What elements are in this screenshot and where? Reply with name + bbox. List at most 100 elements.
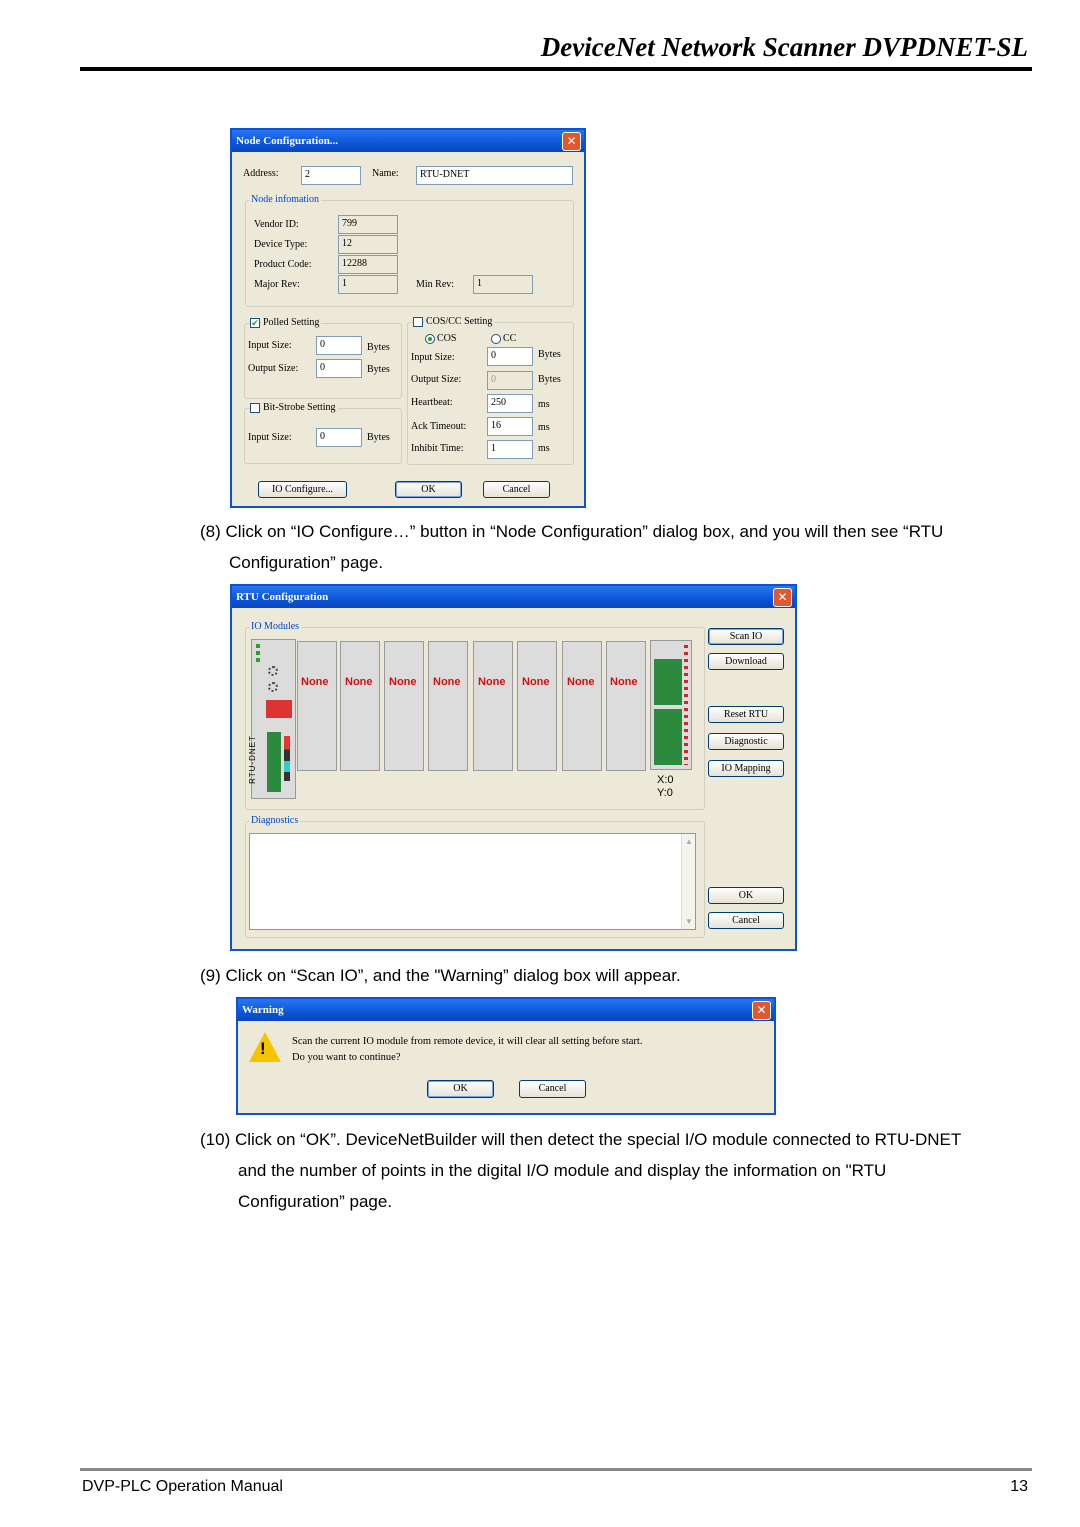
step-8-line1: Click on “IO Configure…” button in “Node…: [225, 522, 944, 541]
polled-output-size-field[interactable]: 0: [316, 359, 362, 378]
scrollbar[interactable]: ▲ ▼: [681, 834, 695, 929]
warning-dialog-titlebar: Warning: [238, 999, 774, 1021]
warning-exclamation: !: [260, 1039, 266, 1058]
io-slot[interactable]: [384, 641, 424, 771]
warning-dialog-title: Warning: [242, 1004, 284, 1016]
step-10-number: (10): [200, 1130, 231, 1149]
slot-label: None: [610, 676, 638, 688]
step-10-line2: and the number of points in the digital …: [238, 1161, 887, 1180]
led-indicator-icon: [256, 644, 260, 648]
polled-output-bytes-label: Bytes: [367, 364, 390, 375]
download-button[interactable]: Download: [708, 653, 784, 670]
step-9-line1: Click on “Scan IO”, and the "Warning” di…: [225, 966, 681, 985]
vendor-id-label: Vendor ID:: [254, 219, 299, 230]
connector-indicator-icon: [284, 736, 290, 781]
scroll-up-icon[interactable]: ▲: [685, 837, 693, 846]
diagnostic-button[interactable]: Diagnostic: [708, 733, 784, 750]
close-icon[interactable]: ✕: [752, 1001, 771, 1020]
io-slot[interactable]: [340, 641, 380, 771]
polled-input-size-field[interactable]: 0: [316, 336, 362, 355]
inhibit-time-label: Inhibit Time:: [411, 443, 464, 454]
inhibit-time-ms-label: ms: [538, 443, 550, 454]
reset-rtu-button[interactable]: Reset RTU: [708, 706, 784, 723]
header-rule: [80, 67, 1032, 71]
address-label: Address:: [243, 168, 279, 179]
ack-timeout-field[interactable]: 16: [487, 417, 533, 436]
bit-strobe-label: Bit-Strobe Setting: [261, 402, 338, 413]
y-readout: Y:0: [657, 787, 673, 799]
slot-label: None: [345, 676, 373, 688]
cos-output-bytes-label: Bytes: [538, 374, 561, 385]
node-dialog-titlebar: Node Configuration...: [232, 130, 584, 152]
heartbeat-field[interactable]: 250: [487, 394, 533, 413]
product-code-field: 12288: [338, 255, 398, 274]
rtu-dialog-title: RTU Configuration: [236, 591, 329, 603]
warning-cancel-button[interactable]: Cancel: [519, 1080, 586, 1098]
step-10: (10) Click on “OK”. DeviceNetBuilder wil…: [200, 1124, 1060, 1217]
min-rev-field: 1: [473, 275, 533, 294]
product-code-label: Product Code:: [254, 259, 312, 270]
cos-input-size-field[interactable]: 0: [487, 347, 533, 366]
io-slot[interactable]: [562, 641, 602, 771]
ack-timeout-ms-label: ms: [538, 422, 550, 433]
major-rev-field: 1: [338, 275, 398, 294]
cos-output-size-field: 0: [487, 371, 533, 390]
rtu-dialog-titlebar: RTU Configuration: [232, 586, 795, 608]
slot-label: None: [522, 676, 550, 688]
min-rev-label: Min Rev:: [416, 279, 455, 290]
rotary-switch-icon: [268, 666, 278, 676]
device-type-label: Device Type:: [254, 239, 308, 250]
io-slot[interactable]: [517, 641, 557, 771]
io-mapping-button[interactable]: IO Mapping: [708, 760, 784, 777]
cc-radio-label: CC: [503, 333, 517, 344]
rtu-ok-button[interactable]: OK: [708, 887, 784, 904]
slot-label: None: [301, 676, 329, 688]
io-slot[interactable]: [297, 641, 337, 771]
node-dialog-title: Node Configuration...: [236, 135, 339, 147]
terminal-block-icon: [654, 709, 682, 765]
bit-strobe-checkbox[interactable]: [250, 403, 260, 413]
io-slot[interactable]: [473, 641, 513, 771]
connector-icon: [267, 732, 281, 792]
step-8-number: (8): [200, 522, 221, 541]
io-slot[interactable]: [606, 641, 646, 771]
node-cancel-button[interactable]: Cancel: [483, 481, 550, 498]
cc-radio[interactable]: [491, 334, 501, 344]
cos-output-size-label: Output Size:: [411, 374, 462, 385]
polled-setting-checkbox[interactable]: ✔: [250, 318, 260, 328]
node-information-title: Node infomation: [249, 194, 322, 205]
page-header-title: DeviceNet Network Scanner DVPDNET-SL: [540, 32, 1028, 62]
bit-strobe-input-size-field[interactable]: 0: [316, 428, 362, 447]
vendor-id-field: 799: [338, 215, 398, 234]
io-configure-button[interactable]: IO Configure...: [258, 481, 347, 498]
io-slot[interactable]: [428, 641, 468, 771]
end-module-graphic: [650, 640, 692, 770]
bit-strobe-bytes-label: Bytes: [367, 432, 390, 443]
diagnostics-text-area[interactable]: ▲ ▼: [249, 833, 696, 930]
warning-message-line1: Scan the current IO module from remote d…: [292, 1036, 643, 1047]
address-field[interactable]: 2: [301, 166, 361, 185]
slot-label: None: [389, 676, 417, 688]
x-readout: X:0: [657, 774, 674, 786]
io-modules-title: IO Modules: [249, 621, 302, 632]
footer-rule: [80, 1468, 1032, 1471]
scan-io-button[interactable]: Scan IO: [708, 628, 784, 645]
warning-ok-button[interactable]: OK: [427, 1080, 494, 1098]
close-icon[interactable]: ✕: [562, 132, 581, 151]
cos-input-bytes-label: Bytes: [538, 349, 561, 360]
cos-cc-checkbox[interactable]: [413, 317, 423, 327]
led-indicator-icon: [256, 658, 260, 662]
name-label: Name:: [372, 168, 399, 179]
node-ok-button[interactable]: OK: [395, 481, 462, 498]
cos-radio[interactable]: [425, 334, 435, 344]
step-8: (8) Click on “IO Configure…” button in “…: [200, 516, 1040, 578]
close-icon[interactable]: ✕: [773, 588, 792, 607]
dip-switch-icon: [266, 700, 292, 718]
name-field[interactable]: RTU-DNET: [416, 166, 573, 185]
scroll-down-icon[interactable]: ▼: [685, 917, 693, 926]
inhibit-time-field[interactable]: 1: [487, 440, 533, 459]
terminal-pins-icon: [684, 645, 688, 765]
rtu-vertical-label: RTU-DNET: [247, 735, 257, 784]
rtu-cancel-button[interactable]: Cancel: [708, 912, 784, 929]
terminal-block-icon: [654, 659, 682, 705]
